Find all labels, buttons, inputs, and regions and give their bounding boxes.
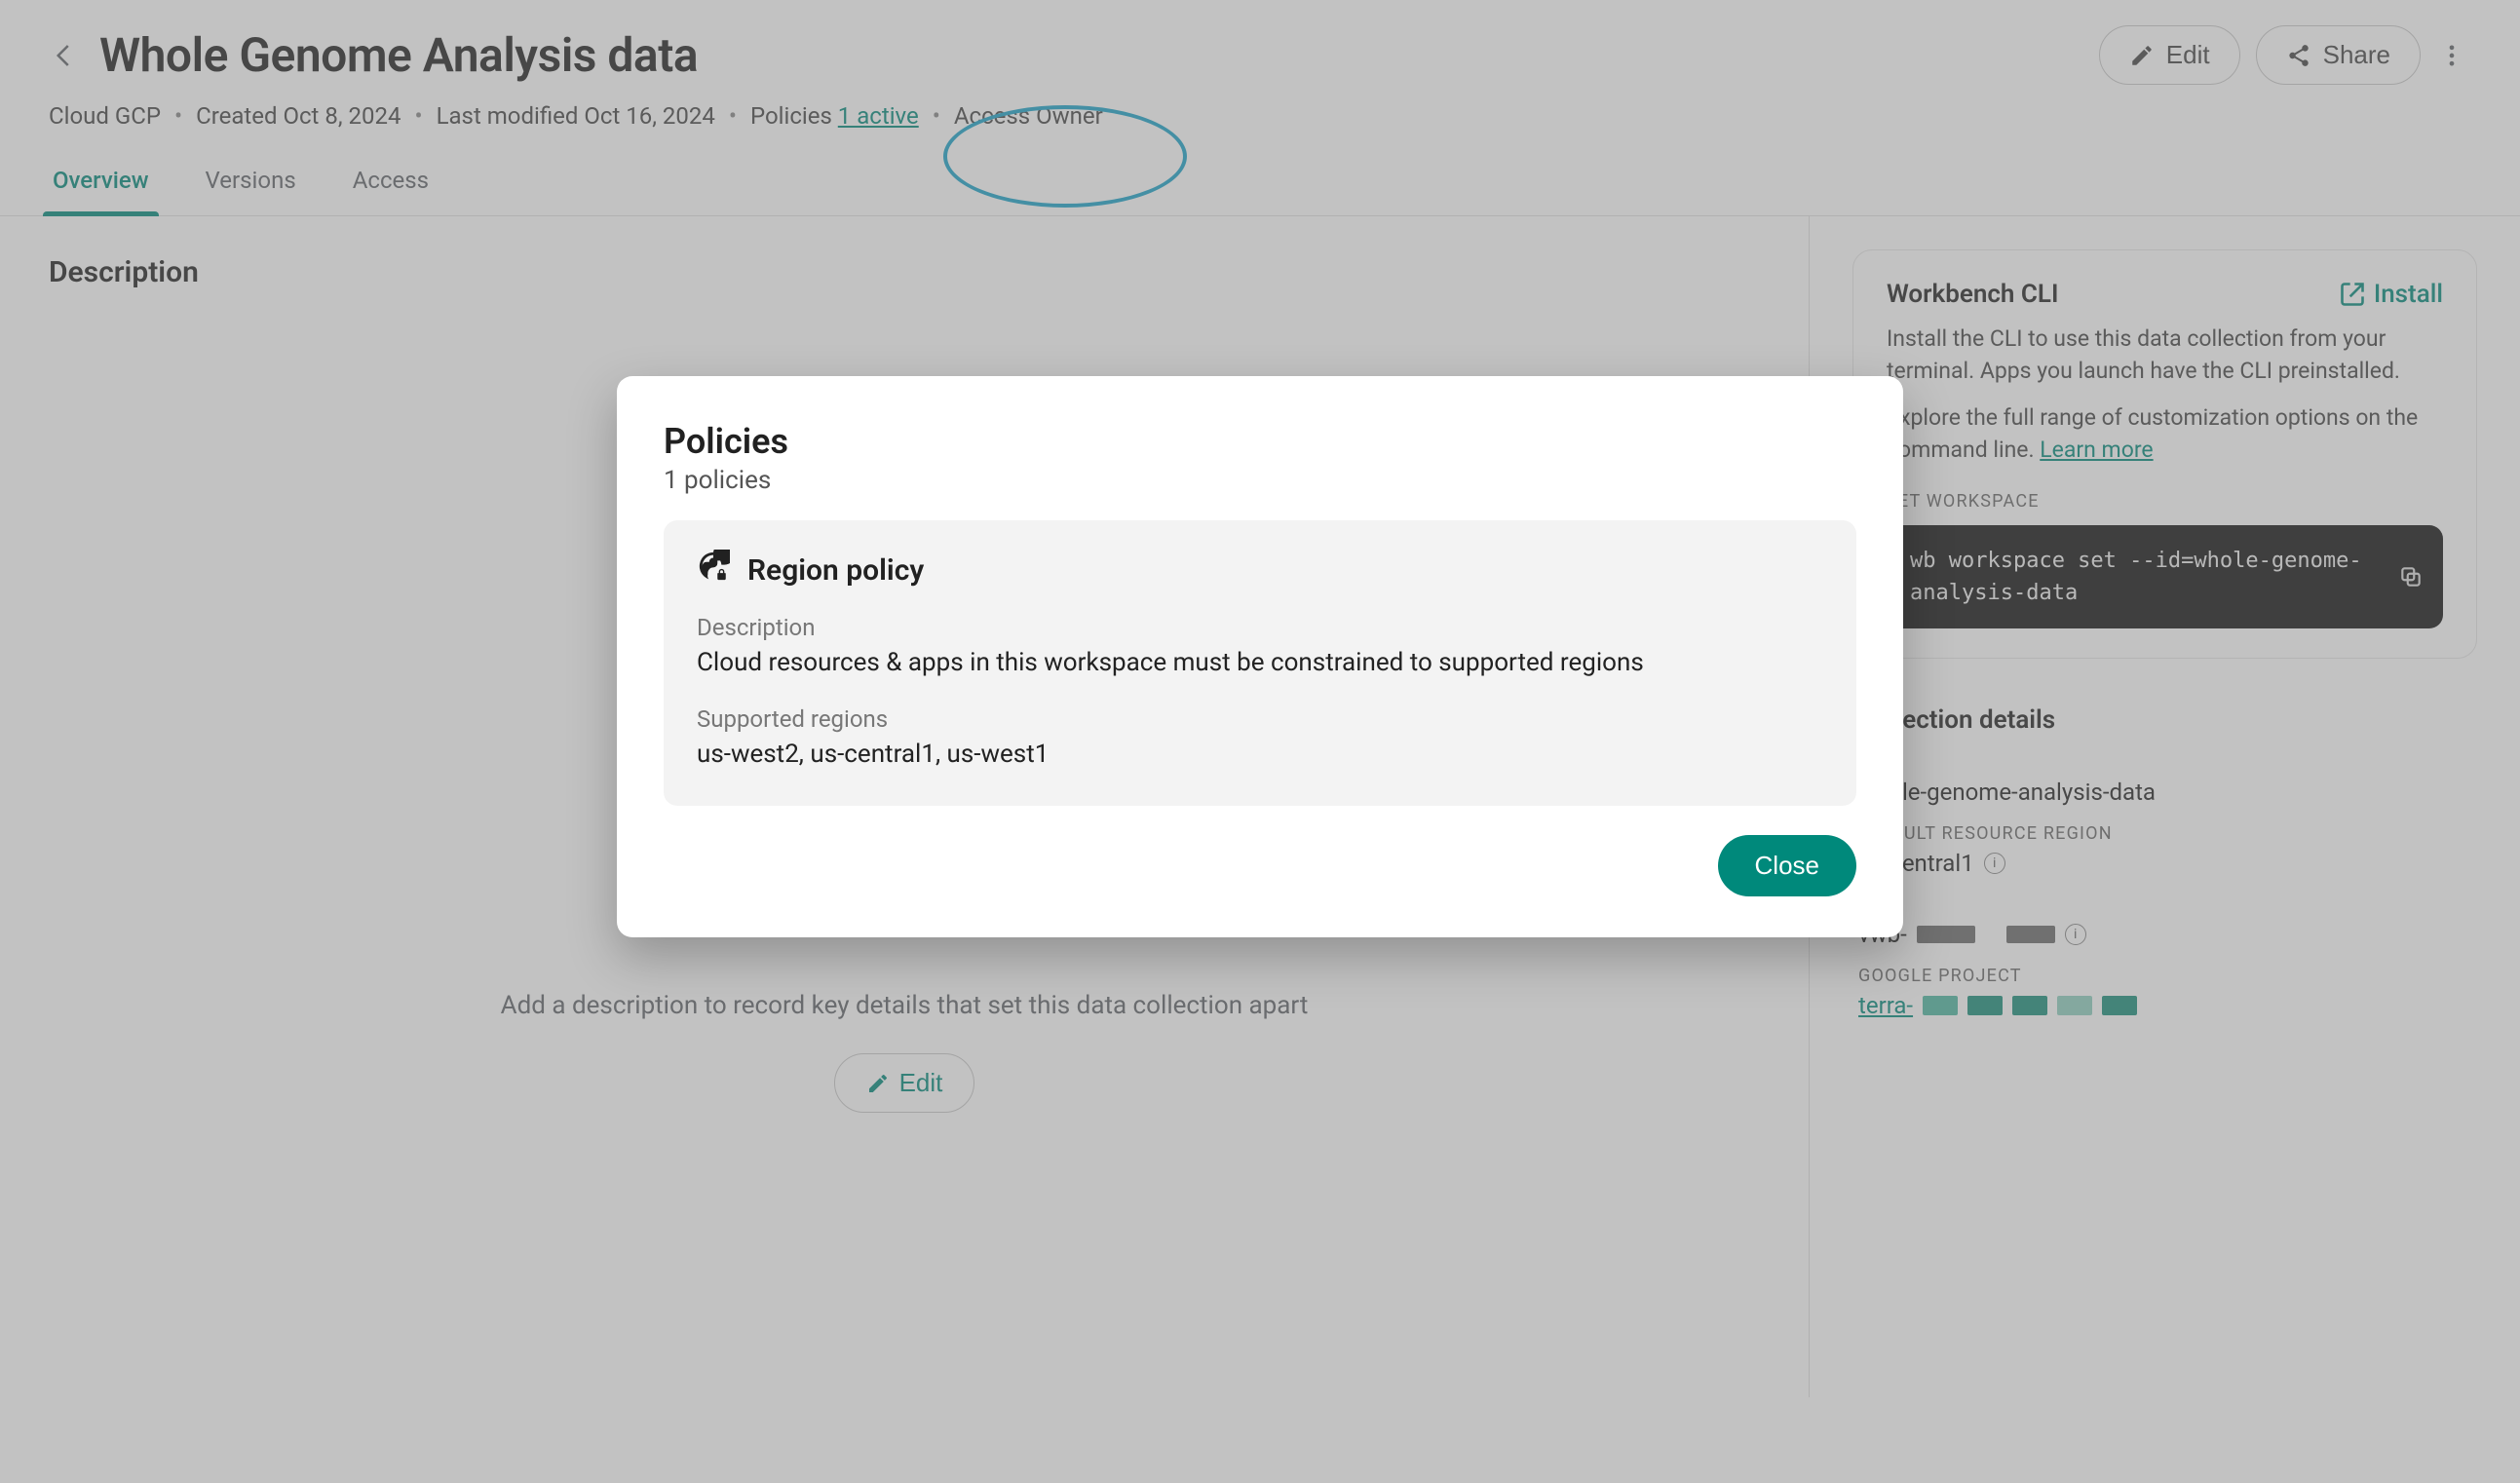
globe-lock-icon bbox=[697, 550, 730, 590]
policy-desc-label: Description bbox=[697, 614, 1823, 641]
modal-title: Policies bbox=[664, 421, 1856, 462]
modal-subtitle: 1 policies bbox=[664, 466, 1856, 495]
policy-regions-text: us-west2, us-central1, us-west1 bbox=[697, 737, 1823, 774]
policy-name: Region policy bbox=[747, 553, 924, 588]
policy-desc-text: Cloud resources & apps in this workspace… bbox=[697, 645, 1823, 682]
modal-close-button[interactable]: Close bbox=[1718, 835, 1856, 896]
policies-modal: Policies 1 policies Region policy Descri… bbox=[617, 376, 1903, 937]
modal-overlay[interactable]: Policies 1 policies Region policy Descri… bbox=[0, 0, 2520, 1483]
policy-card: Region policy Description Cloud resource… bbox=[664, 520, 1856, 806]
policy-regions-label: Supported regions bbox=[697, 705, 1823, 733]
